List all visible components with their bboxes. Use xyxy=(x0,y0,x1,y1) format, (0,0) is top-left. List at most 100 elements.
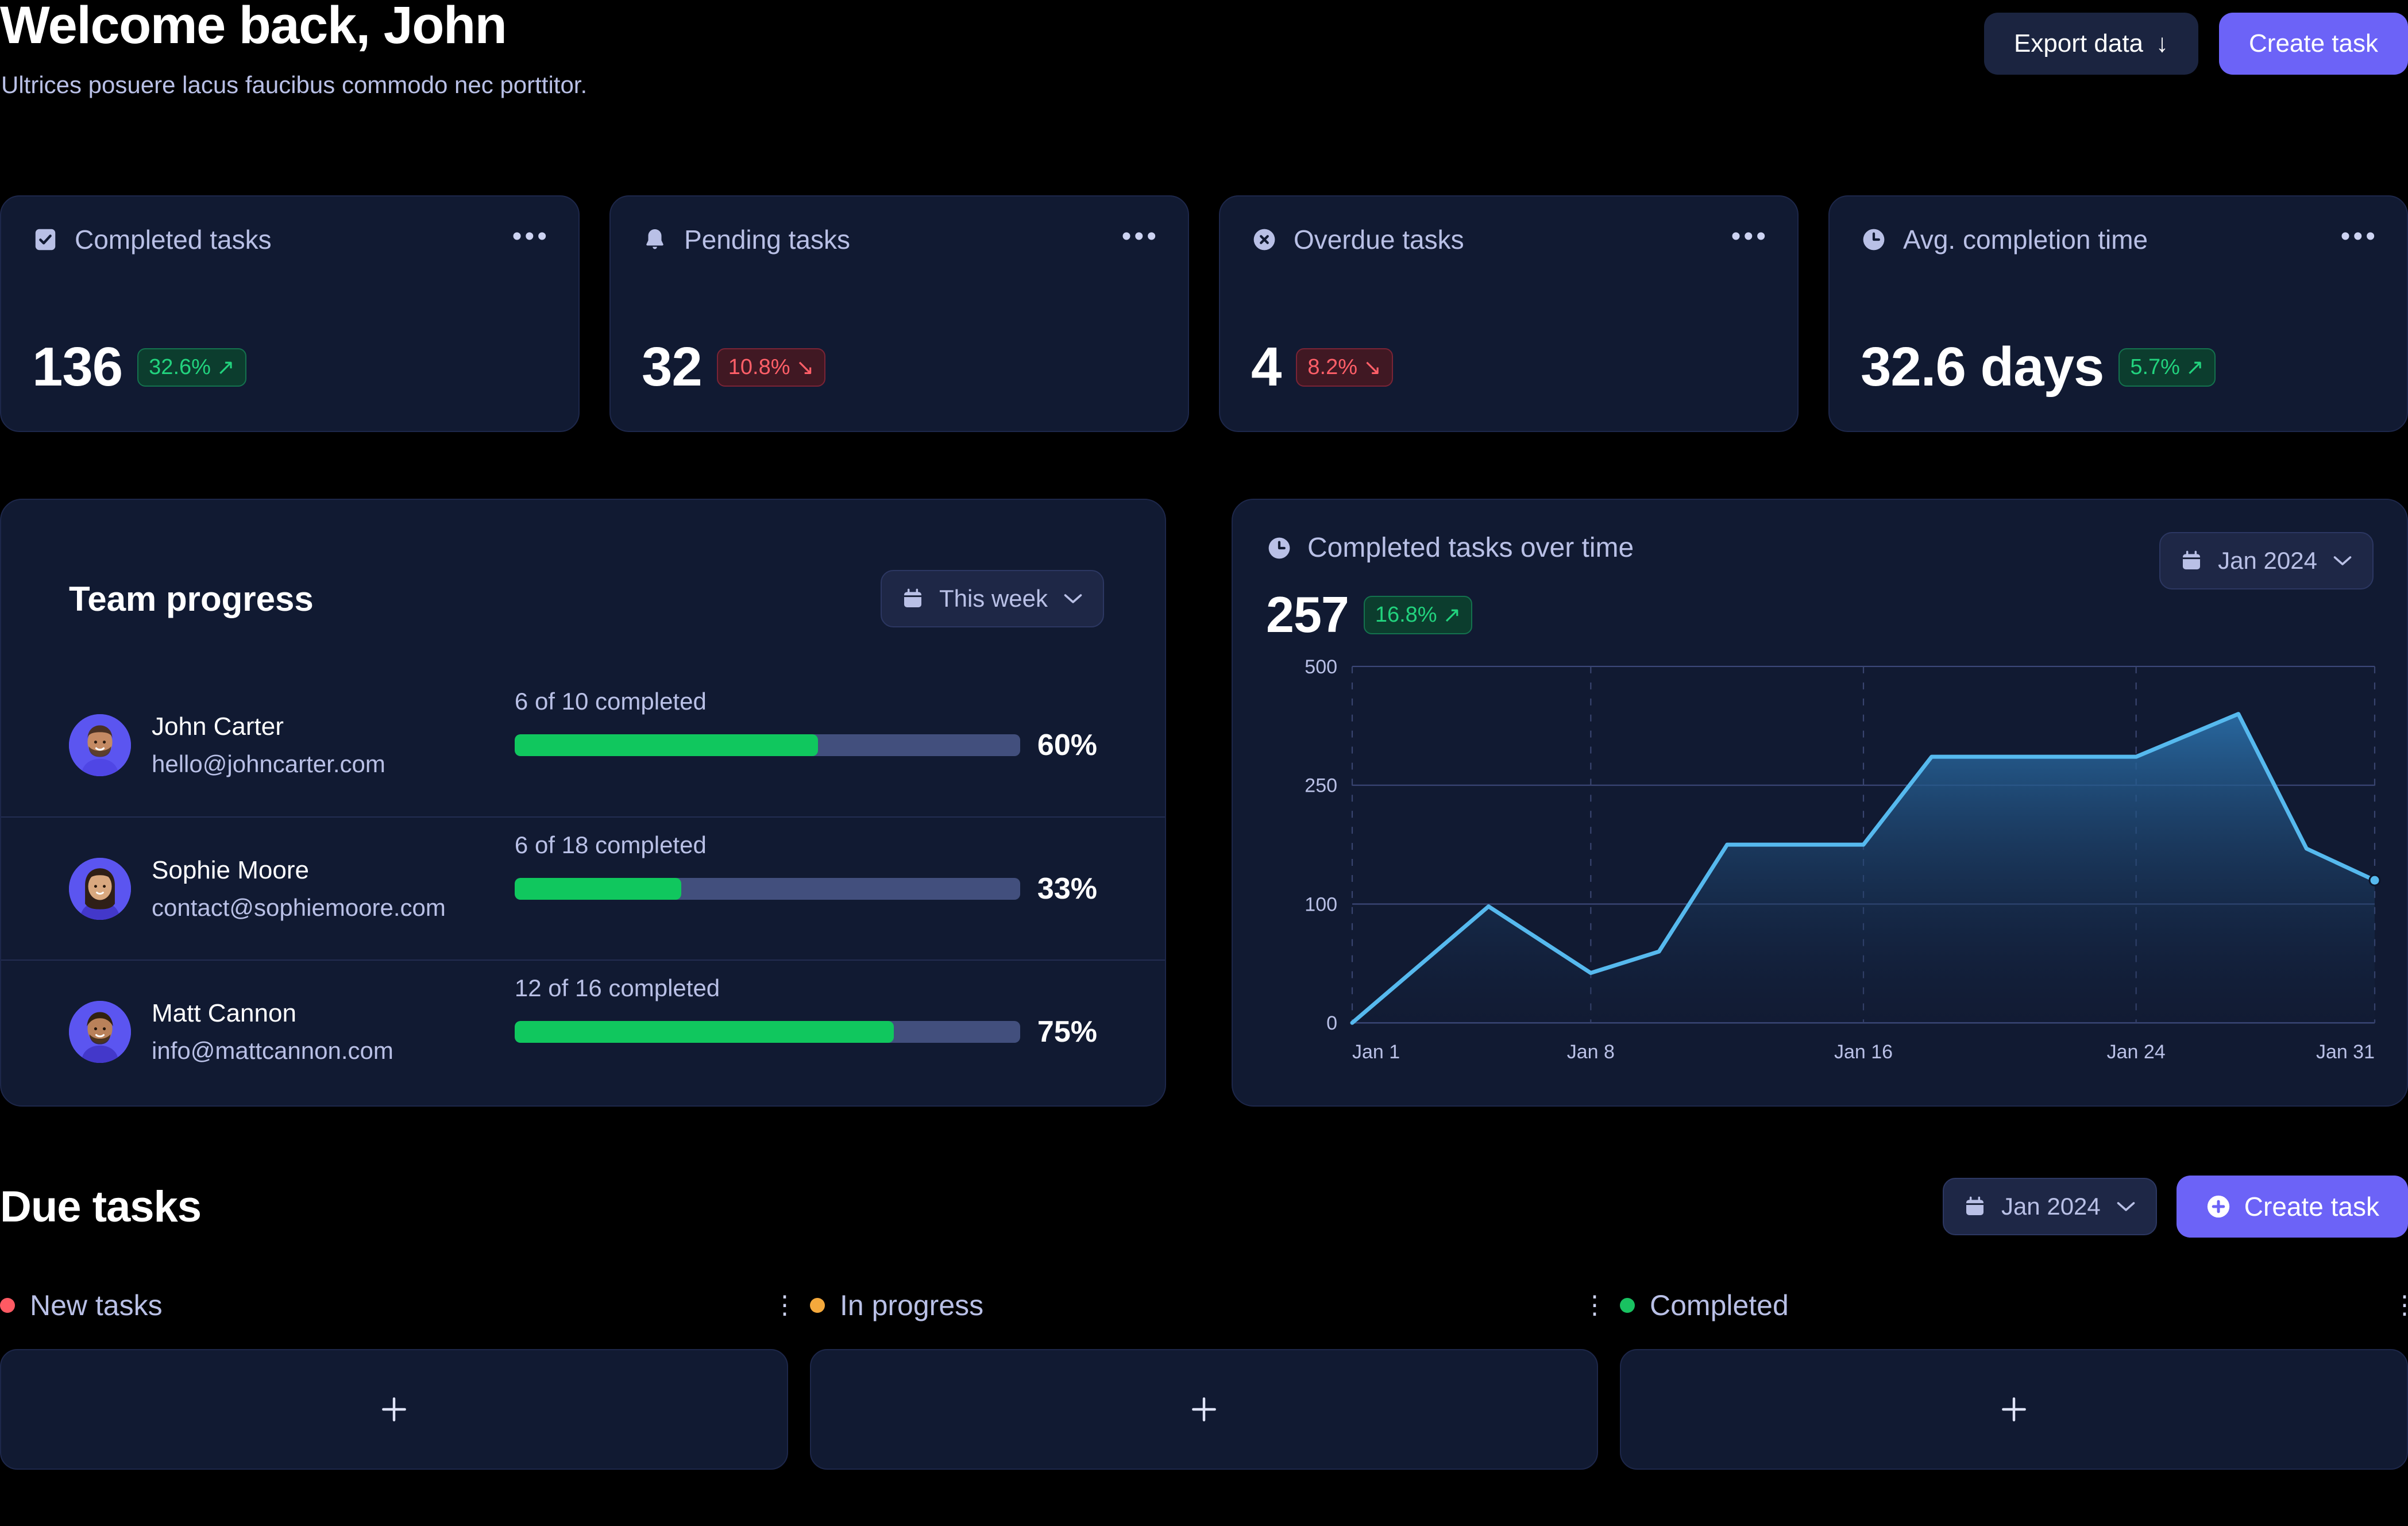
kanban-column-in-progress: In progress ⋮ xyxy=(810,1282,1607,1470)
chart-month-selector[interactable]: Jan 2024 xyxy=(2159,532,2374,589)
team-range-selector[interactable]: This week xyxy=(880,570,1104,627)
completed-tasks-area-chart: 0 100 250 500 Jan 1 Jan 8 Jan 16 Jan 24 Jan 31 xyxy=(1305,656,2381,1063)
stat-card-pending-tasks: Pending tasks ••• 32 10.8% ↘ xyxy=(609,195,1189,432)
more-horizontal-icon[interactable]: ••• xyxy=(1731,223,1769,251)
stat-card-body: 4 8.2% ↘ xyxy=(1251,336,1393,399)
progress-bar xyxy=(514,877,1020,900)
avatar-sophie-moore xyxy=(69,857,131,920)
calendar-icon xyxy=(904,588,921,607)
create-task-button-header[interactable]: Create task xyxy=(2219,13,2408,75)
progress-bar xyxy=(514,734,1020,756)
member-email: hello@johncarter.com xyxy=(152,750,385,777)
svg-text:100: 100 xyxy=(1305,893,1337,915)
more-vertical-icon[interactable]: ⋮ xyxy=(772,1292,797,1317)
stat-card-delta: 32.6% xyxy=(149,354,211,379)
kanban-column-label: New tasks xyxy=(30,1289,163,1321)
member-progress-percent: 33% xyxy=(1037,872,1097,905)
chart-total-value: 257 xyxy=(1266,586,1349,643)
kanban-columns: New tasks ⋮ In progress ⋮ Completed ⋮ xyxy=(0,1282,2408,1470)
arrow-up-right-icon: ↗ xyxy=(2185,355,2204,380)
dashboard-page: Welcome back, John Ultrices posuere lacu… xyxy=(0,0,2408,1526)
create-task-label: Create task xyxy=(2249,29,2378,57)
member-progress-percent: 60% xyxy=(1037,728,1097,762)
clock-icon xyxy=(1268,537,1290,558)
download-arrow-icon: ↓ xyxy=(2156,29,2169,57)
table-row[interactable]: Sophie Moore contact@sophiemoore.com 6 o… xyxy=(1,816,1165,959)
add-task-card[interactable] xyxy=(1620,1349,2408,1470)
page-header: Welcome back, John Ultrices posuere lacu… xyxy=(0,0,2408,144)
table-row[interactable]: John Carter hello@johncarter.com 6 of 10… xyxy=(1,673,1165,816)
checkbox-icon xyxy=(35,229,56,251)
progress-bar-fill xyxy=(514,877,682,900)
svg-text:250: 250 xyxy=(1305,775,1337,797)
due-tasks-title: Due tasks xyxy=(0,1182,202,1231)
member-info: Sophie Moore contact@sophiemoore.com xyxy=(152,856,515,922)
avatar xyxy=(69,857,131,920)
add-task-card[interactable] xyxy=(810,1349,1598,1470)
avatar-john-carter xyxy=(69,714,131,776)
stat-card-delta: 8.2% xyxy=(1307,354,1358,379)
member-progress-row: 75% xyxy=(514,1015,1097,1049)
member-progress-row: 60% xyxy=(514,728,1097,762)
member-progress-row: 33% xyxy=(514,872,1097,906)
due-tasks-actions: Jan 2024 Create task xyxy=(1942,1176,2408,1238)
more-vertical-icon[interactable]: ⋮ xyxy=(1582,1292,1607,1317)
progress-bar-fill xyxy=(514,734,818,756)
chevron-down-icon xyxy=(1064,594,1082,603)
svg-text:Jan 1: Jan 1 xyxy=(1352,1041,1400,1063)
stat-card-label: Pending tasks xyxy=(684,225,850,255)
export-data-button[interactable]: Export data ↓ xyxy=(1983,13,2199,75)
status-dot xyxy=(810,1298,825,1313)
kanban-column-new-tasks: New tasks ⋮ xyxy=(0,1282,797,1470)
status-badge: 10.8% ↘ xyxy=(716,348,826,387)
member-progress-text: 6 of 18 completed xyxy=(514,831,707,858)
more-horizontal-icon[interactable]: ••• xyxy=(2341,223,2378,251)
calendar-icon xyxy=(1966,1196,1983,1215)
stat-card-value: 32.6 days xyxy=(1861,336,2104,398)
create-task-button-due[interactable]: Create task xyxy=(2176,1176,2408,1238)
svg-text:Jan 31: Jan 31 xyxy=(2316,1041,2375,1063)
stat-card-value: 136 xyxy=(32,336,123,398)
status-dot xyxy=(1620,1298,1635,1313)
stat-card-overdue-tasks: Overdue tasks ••• 4 8.2% ↘ xyxy=(1219,195,1799,432)
member-name: John Carter xyxy=(152,712,284,741)
add-task-card[interactable] xyxy=(0,1349,788,1470)
chart-panel-header: Completed tasks over time 257 16.8% ↗ Ja… xyxy=(1266,532,2374,644)
plus-icon xyxy=(382,1397,406,1421)
chart-plot-area: 0 100 250 500 Jan 1 Jan 8 Jan 16 Jan 24 Jan 31 xyxy=(1266,654,2386,1078)
chart-title-row: Completed tasks over time xyxy=(1266,532,1634,564)
plus-circle-icon xyxy=(2207,1195,2229,1218)
arrow-down-right-icon: ↘ xyxy=(796,355,815,380)
chevron-down-icon xyxy=(2117,1202,2135,1211)
stat-card-value: 4 xyxy=(1251,336,1282,398)
stat-card-delta: 10.8% xyxy=(728,354,790,379)
stat-cards-row: Completed tasks ••• 136 32.6% ↗ Pending … xyxy=(0,195,2408,432)
chart-delta: 16.8% xyxy=(1375,602,1437,627)
member-progress-percent: 75% xyxy=(1037,1015,1097,1049)
due-month-selector[interactable]: Jan 2024 xyxy=(1942,1178,2157,1235)
stat-card-label: Avg. completion time xyxy=(1903,225,2148,255)
arrow-down-right-icon: ↘ xyxy=(1363,355,1381,380)
arrow-up-right-icon: ↗ xyxy=(1442,603,1461,627)
middle-row: Team progress This week John Carter hell… xyxy=(0,499,2408,1107)
member-progress: 6 of 10 completed 60% xyxy=(514,688,1097,762)
team-progress-title: Team progress xyxy=(69,579,314,618)
stat-card-body: 32.6 days 5.7% ↗ xyxy=(1861,336,2216,399)
page-subtitle: Ultrices posuere lacus faucibus commodo … xyxy=(1,71,588,98)
chart-header-left: Completed tasks over time 257 16.8% ↗ xyxy=(1266,532,1634,644)
arrow-up-right-icon: ↗ xyxy=(216,355,235,380)
more-horizontal-icon[interactable]: ••• xyxy=(512,223,550,251)
more-vertical-icon[interactable]: ⋮ xyxy=(2392,1292,2408,1317)
member-progress-text: 6 of 10 completed xyxy=(514,687,707,715)
due-month-value: Jan 2024 xyxy=(2001,1193,2101,1220)
chart-month-value: Jan 2024 xyxy=(2218,547,2317,574)
stat-card-label: Overdue tasks xyxy=(1294,225,1464,255)
more-horizontal-icon[interactable]: ••• xyxy=(1122,223,1159,251)
kanban-column-header: New tasks ⋮ xyxy=(0,1282,797,1328)
svg-text:0: 0 xyxy=(1326,1012,1337,1034)
create-task-label: Create task xyxy=(2244,1192,2379,1221)
status-dot xyxy=(0,1298,15,1313)
table-row[interactable]: Matt Cannon info@mattcannon.com 12 of 16… xyxy=(1,959,1165,1103)
avatar xyxy=(69,1000,131,1063)
member-info: Matt Cannon info@mattcannon.com xyxy=(152,999,515,1065)
